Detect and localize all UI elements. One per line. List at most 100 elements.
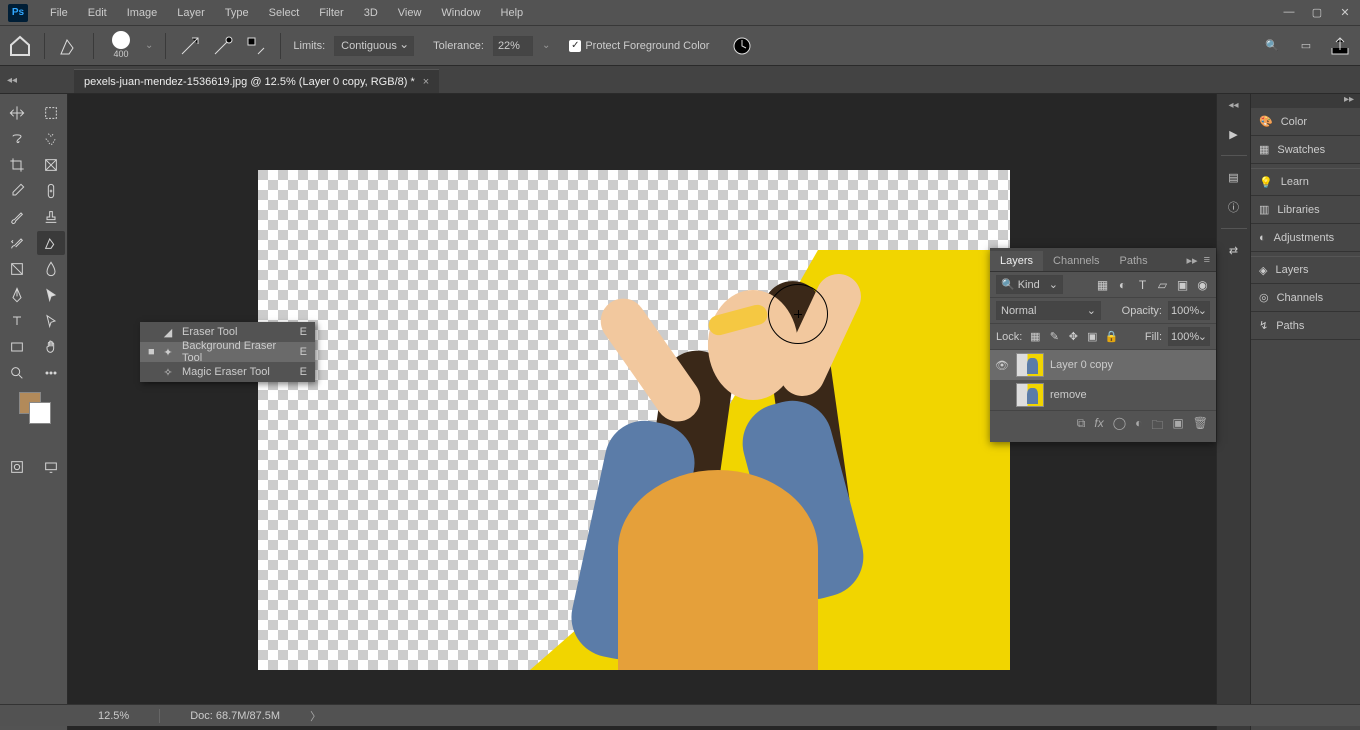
lasso-tool[interactable] (3, 127, 31, 151)
history-brush-tool[interactable] (3, 231, 31, 255)
protect-fg-checkbox[interactable]: ✓ (569, 40, 581, 52)
share-icon[interactable] (1328, 34, 1352, 58)
quickmask-tool[interactable] (3, 455, 31, 479)
menu-file[interactable]: File (40, 7, 78, 19)
menu-type[interactable]: Type (215, 7, 259, 19)
flyout-bg-eraser-tool[interactable]: ■✦Background Eraser ToolE (140, 342, 315, 362)
layer-row[interactable]: 👁 Layer 0 copy (990, 350, 1216, 380)
panel-adjustments[interactable]: ◐Adjustments (1251, 224, 1360, 252)
menu-edit[interactable]: Edit (78, 7, 117, 19)
eyedropper-tool[interactable] (3, 179, 31, 203)
direct-select-tool[interactable] (37, 309, 65, 333)
color-swatches[interactable] (17, 392, 51, 432)
flyout-eraser-tool[interactable]: ◢Eraser ToolE (140, 322, 315, 342)
blend-mode-select[interactable]: Normal (996, 301, 1101, 320)
new-layer-icon[interactable]: ▣ (1172, 416, 1183, 437)
fill-adjust-icon[interactable]: ◐ (1135, 416, 1142, 437)
workspace-icon[interactable]: ▭ (1294, 34, 1318, 58)
properties-icon[interactable]: ⇄ (1221, 237, 1247, 263)
filter-type-icon[interactable]: T (1135, 277, 1150, 292)
panel-swatches[interactable]: ▦Swatches (1251, 136, 1360, 164)
panel-collapse-icon[interactable]: ▸▸ (1187, 254, 1198, 267)
lock-paint-icon[interactable]: ✎ (1047, 330, 1061, 344)
background-swatch[interactable] (29, 402, 51, 424)
menu-view[interactable]: View (388, 7, 432, 19)
stamp-tool[interactable] (37, 205, 65, 229)
lock-all-icon[interactable]: 🔒 (1104, 330, 1118, 344)
info-icon[interactable]: ⓘ (1221, 194, 1247, 220)
frame-tool[interactable] (37, 153, 65, 177)
visibility-toggle[interactable] (994, 387, 1010, 403)
search-icon[interactable]: 🔍 (1260, 34, 1284, 58)
status-doc-size[interactable]: Doc: 68.7M/87.5M (190, 710, 280, 722)
eraser-tool[interactable] (37, 231, 65, 255)
layer-mask-icon[interactable]: ◯ (1113, 416, 1126, 437)
status-zoom[interactable]: 12.5% (98, 710, 129, 722)
layer-thumbnail[interactable] (1016, 353, 1044, 377)
layer-row[interactable]: remove (990, 380, 1216, 410)
home-icon[interactable] (8, 34, 32, 58)
histogram-icon[interactable]: ▤ (1221, 164, 1247, 190)
tab-channels[interactable]: Channels (1043, 251, 1109, 271)
panel-collapse-icon[interactable]: ▸▸ (1251, 94, 1360, 108)
link-layers-icon[interactable]: ⧉ (1077, 416, 1086, 437)
blur-tool[interactable] (37, 257, 65, 281)
move-tool[interactable] (3, 101, 31, 125)
filter-kind-select[interactable]: 🔍Kind⌄ (996, 275, 1063, 294)
minimize-button[interactable]: — (1282, 6, 1296, 19)
lock-transparent-icon[interactable]: ▦ (1028, 330, 1042, 344)
opacity-input[interactable]: 100% (1168, 301, 1210, 320)
type-tool[interactable] (3, 309, 31, 333)
layer-thumbnail[interactable] (1016, 383, 1044, 407)
sample-once-icon[interactable] (211, 34, 235, 58)
layer-name[interactable]: remove (1050, 389, 1087, 401)
marquee-tool[interactable] (37, 101, 65, 125)
menu-window[interactable]: Window (431, 7, 490, 19)
filter-adjust-icon[interactable]: ◐ (1115, 277, 1130, 292)
pen-tool[interactable] (3, 283, 31, 307)
tab-layers[interactable]: Layers (990, 251, 1043, 271)
sample-continuous-icon[interactable] (178, 34, 202, 58)
screenmode-tool[interactable] (37, 455, 65, 479)
healing-tool[interactable] (37, 179, 65, 203)
lock-position-icon[interactable]: ✥ (1066, 330, 1080, 344)
path-select-tool[interactable] (37, 283, 65, 307)
canvas[interactable] (258, 170, 1010, 670)
pressure-icon[interactable] (730, 34, 754, 58)
limits-select[interactable]: Contiguous (334, 36, 414, 56)
collapse-options-icon[interactable]: ◂◂ (4, 72, 20, 88)
menu-select[interactable]: Select (259, 7, 310, 19)
tab-close-icon[interactable]: × (423, 76, 429, 88)
panel-paths[interactable]: ↯Paths (1251, 312, 1360, 340)
menu-layer[interactable]: Layer (167, 7, 215, 19)
play-icon[interactable]: ▶ (1221, 121, 1247, 147)
crop-tool[interactable] (3, 153, 31, 177)
sample-swatch-icon[interactable] (244, 34, 268, 58)
menu-filter[interactable]: Filter (309, 7, 353, 19)
menu-image[interactable]: Image (117, 7, 168, 19)
document-tab[interactable]: pexels-juan-mendez-1536619.jpg @ 12.5% (… (74, 69, 439, 93)
brush-preset-picker[interactable]: 400 (106, 31, 136, 61)
layer-fx-icon[interactable]: fx (1094, 416, 1103, 437)
panel-layers[interactable]: ◈Layers (1251, 256, 1360, 284)
panel-menu-icon[interactable]: ≡ (1204, 254, 1210, 267)
panel-channels[interactable]: ◎Channels (1251, 284, 1360, 312)
more-tools[interactable] (37, 361, 65, 385)
hand-tool[interactable] (37, 335, 65, 359)
quick-select-tool[interactable] (37, 127, 65, 151)
menu-help[interactable]: Help (491, 7, 534, 19)
filter-pixel-icon[interactable]: ▦ (1095, 277, 1110, 292)
menu-3d[interactable]: 3D (354, 7, 388, 19)
rectangle-tool[interactable] (3, 335, 31, 359)
gradient-tool[interactable] (3, 257, 31, 281)
maximize-button[interactable]: ▢ (1310, 6, 1324, 19)
new-group-icon[interactable]: 🗀 (1151, 416, 1163, 437)
lock-artboard-icon[interactable]: ▣ (1085, 330, 1099, 344)
panel-learn[interactable]: 💡Learn (1251, 168, 1360, 196)
panel-color[interactable]: 🎨Color (1251, 108, 1360, 136)
status-arrow-icon[interactable]: 〉 (310, 708, 321, 724)
close-button[interactable]: ✕ (1338, 6, 1352, 19)
visibility-toggle[interactable]: 👁 (994, 357, 1010, 373)
tab-paths[interactable]: Paths (1110, 251, 1158, 271)
tolerance-input[interactable]: 22% (493, 36, 533, 56)
